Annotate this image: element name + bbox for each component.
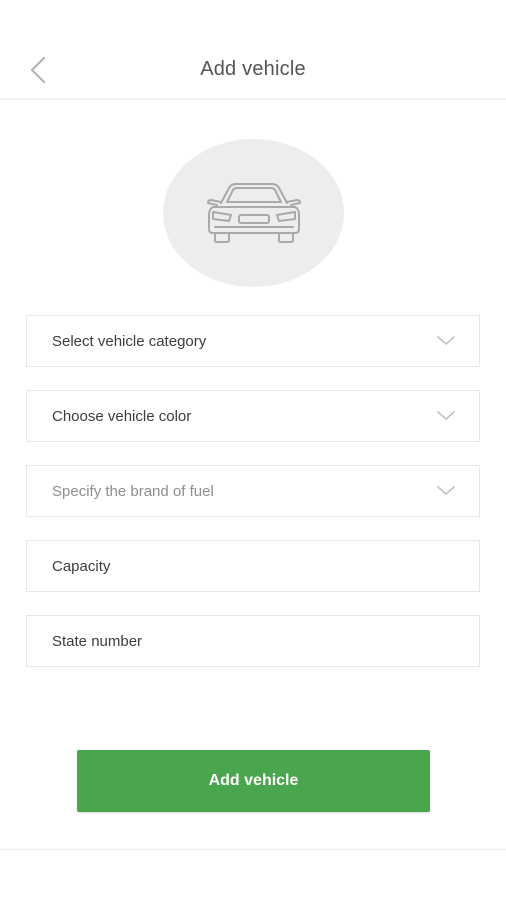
page-title: Add vehicle [200, 58, 306, 80]
vehicle-category-label: Select vehicle category [52, 333, 207, 350]
vehicle-color-label: Choose vehicle color [52, 408, 192, 425]
vehicle-category-select[interactable]: Select vehicle category [26, 315, 480, 367]
fuel-brand-label: Specify the brand of fuel [52, 483, 214, 500]
bottom-divider [0, 849, 506, 850]
chevron-down-icon [437, 336, 455, 345]
chevron-down-icon [437, 411, 455, 420]
fuel-brand-select[interactable]: Specify the brand of fuel [26, 465, 480, 517]
capacity-label: Capacity [52, 558, 111, 575]
capacity-input[interactable]: Capacity [26, 540, 480, 592]
car-icon [206, 183, 301, 243]
app-header: Add vehicle [0, 0, 506, 100]
state-number-input[interactable]: State number [26, 615, 480, 667]
add-vehicle-button[interactable]: Add vehicle [77, 750, 430, 812]
vehicle-photo[interactable] [163, 139, 344, 287]
vehicle-color-select[interactable]: Choose vehicle color [26, 390, 480, 442]
state-number-label: State number [52, 633, 143, 650]
chevron-down-icon [437, 486, 455, 495]
